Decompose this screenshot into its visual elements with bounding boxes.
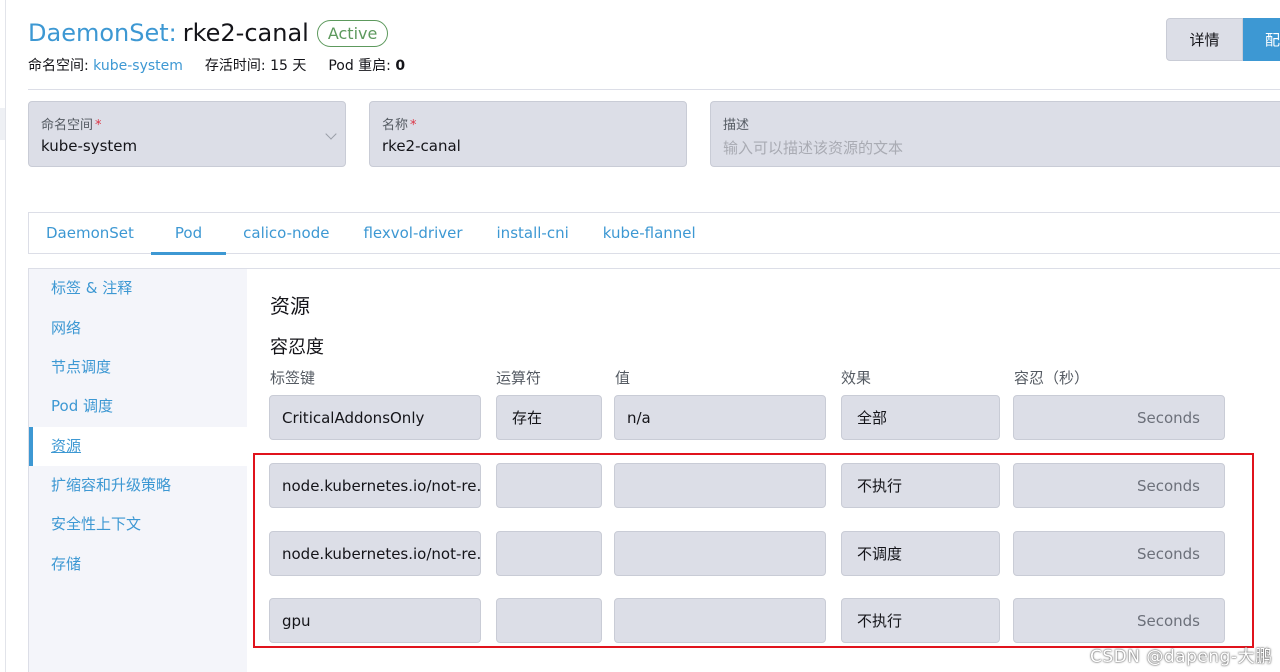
tab-pod[interactable]: Pod <box>150 213 227 255</box>
sidebar-item-scaling[interactable]: 扩缩容和升级策略 <box>29 466 248 505</box>
name-field-value: rke2-canal <box>382 137 461 155</box>
toleration-effect-select[interactable]: 全部 <box>841 395 1000 440</box>
column-header-operator: 运算符 <box>496 369 542 387</box>
header-divider <box>28 89 1280 90</box>
container-tabs: DaemonSet Pod calico-node flexvol-driver… <box>28 212 1280 255</box>
sidebar-item-node-scheduling[interactable]: 节点调度 <box>29 348 248 387</box>
tab-kube-flannel[interactable]: kube-flannel <box>586 213 713 255</box>
sidebar-item-pod-scheduling[interactable]: Pod 调度 <box>29 387 248 426</box>
toleration-value-input[interactable]: n/a <box>614 395 826 440</box>
name-field-label: 名称 * <box>382 118 417 133</box>
sidebar-item-labels[interactable]: 标签 & 注释 <box>29 269 248 308</box>
name-field[interactable]: 名称 * rke2-canal <box>369 101 687 167</box>
watermark-text: CSDN @dapeng-大鹏 <box>1090 647 1273 667</box>
page-title: DaemonSet: rke2-canal Active <box>28 16 389 50</box>
meta-restarts-label: Pod 重启: <box>328 58 391 74</box>
tab-install-cni[interactable]: install-cni <box>480 213 586 255</box>
description-placeholder: 输入可以描述该资源的文本 <box>723 139 904 157</box>
sidebar-item-network[interactable]: 网络 <box>29 309 248 348</box>
column-header-key: 标签键 <box>270 369 316 387</box>
view-mode-toggle: 详情 配 <box>1166 18 1280 61</box>
resource-meta: 命名空间: kube-system 存活时间: 15 天 Pod 重启: 0 <box>28 55 405 75</box>
namespace-link[interactable]: kube-system <box>93 58 183 74</box>
sidebar-item-security-context[interactable]: 安全性上下文 <box>29 505 248 544</box>
namespace-select[interactable]: 命名空间 * kube-system <box>28 101 346 167</box>
left-edge-marker <box>0 108 5 140</box>
description-field[interactable]: 描述 输入可以描述该资源的文本 <box>710 101 1280 167</box>
meta-age: 存活时间: 15 天 <box>205 55 306 75</box>
config-button[interactable]: 配 <box>1243 18 1280 61</box>
column-header-effect: 效果 <box>841 369 872 387</box>
left-edge-strip <box>0 0 6 672</box>
resource-kind-link[interactable]: DaemonSet: <box>28 19 177 47</box>
meta-restarts: Pod 重启: 0 <box>328 55 405 75</box>
meta-namespace-label: 命名空间: <box>28 58 89 74</box>
description-field-label: 描述 <box>723 118 750 133</box>
meta-age-value: 15 天 <box>270 58 307 74</box>
highlight-annotation-box <box>253 453 1254 648</box>
section-title: 资源 <box>270 294 310 318</box>
tab-calico-node[interactable]: calico-node <box>226 213 346 255</box>
detail-button[interactable]: 详情 <box>1166 18 1243 61</box>
tab-flexvol-driver[interactable]: flexvol-driver <box>346 213 479 255</box>
meta-namespace: 命名空间: kube-system <box>28 55 183 75</box>
meta-restarts-value: 0 <box>395 58 406 74</box>
namespace-select-label: 命名空间 * <box>41 118 102 133</box>
column-header-seconds: 容忍（秒） <box>1014 369 1090 387</box>
meta-age-label: 存活时间: <box>204 58 266 74</box>
resource-name: rke2-canal <box>182 19 309 47</box>
tab-daemonset[interactable]: DaemonSet <box>29 213 151 255</box>
sidebar-item-storage[interactable]: 存储 <box>29 545 248 584</box>
content-top-border <box>247 268 1280 269</box>
status-badge: Active <box>316 19 389 47</box>
namespace-select-value: kube-system <box>41 137 138 155</box>
sidebar-item-resources[interactable]: 资源 <box>29 427 248 466</box>
column-header-value: 值 <box>615 369 631 387</box>
toleration-key-input[interactable]: CriticalAddonsOnly <box>269 395 481 440</box>
toleration-operator-select[interactable]: 存在 <box>496 395 602 440</box>
subsection-title: 容忍度 <box>270 337 324 358</box>
section-sidebar: 标签 & 注释 网络 节点调度 Pod 调度 资源 扩缩容和升级策略 安全性上下… <box>28 268 248 672</box>
toleration-seconds-input[interactable]: Seconds <box>1013 395 1225 440</box>
